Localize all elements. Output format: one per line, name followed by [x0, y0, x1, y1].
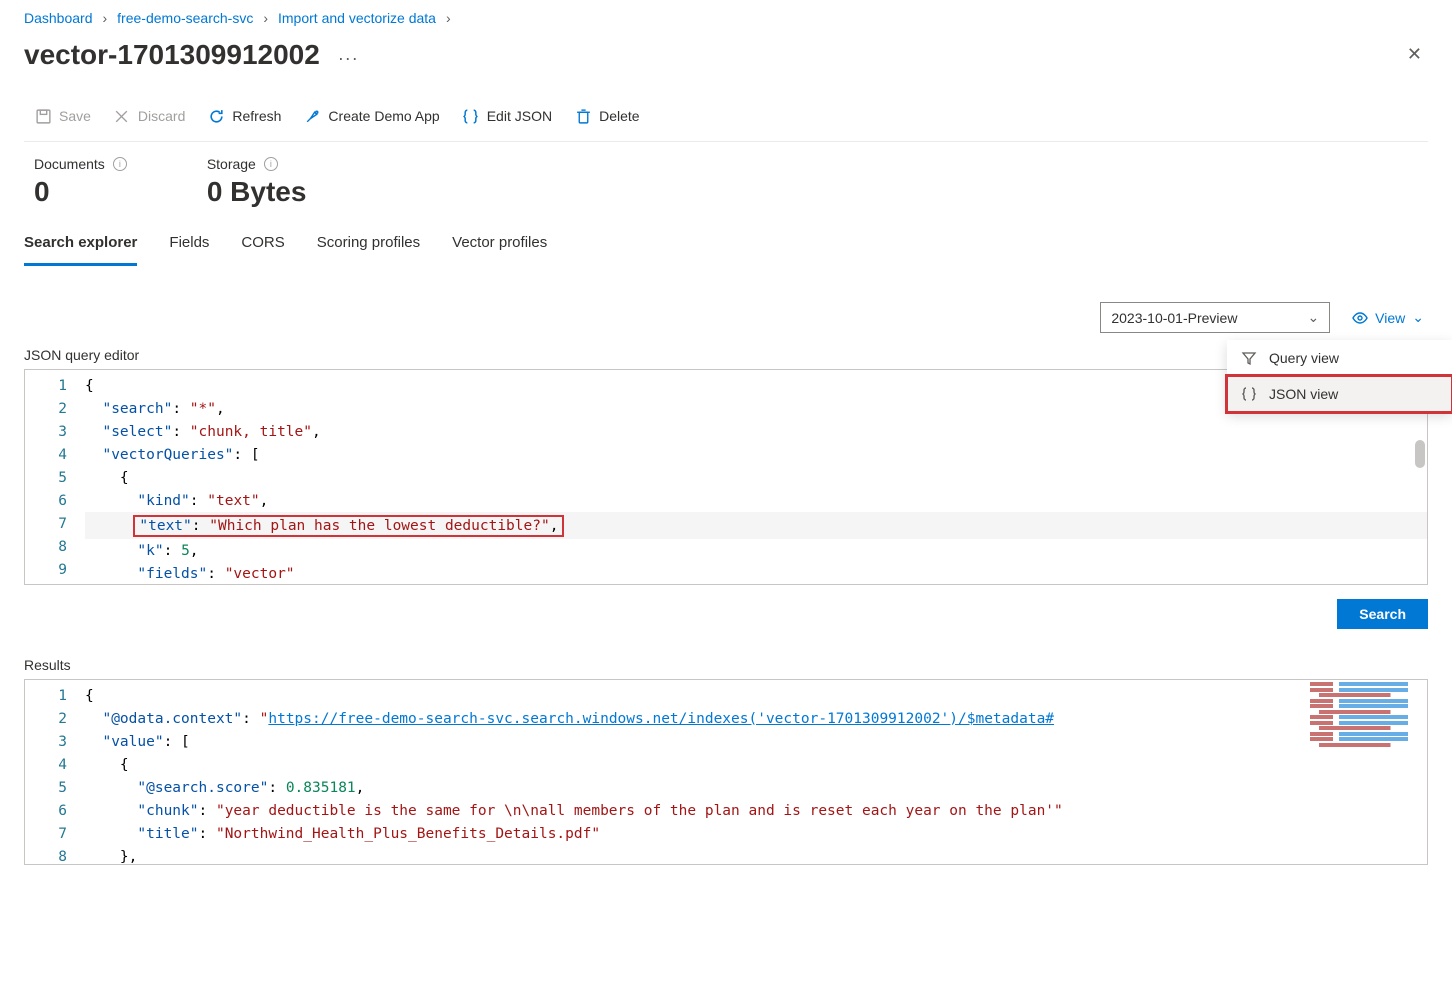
- chevron-down-icon: ⌄: [1307, 309, 1319, 326]
- eye-icon: [1352, 310, 1368, 326]
- discard-button[interactable]: Discard: [111, 101, 187, 131]
- stats-row: Documents i 0 Storage i 0 Bytes: [0, 142, 1452, 226]
- tab-cors[interactable]: CORS: [241, 226, 284, 266]
- documents-label: Documents: [34, 156, 105, 172]
- chevron-right-icon: ›: [103, 10, 108, 26]
- delete-button[interactable]: Delete: [572, 101, 641, 131]
- chevron-down-icon: ⌄: [1412, 309, 1424, 326]
- braces-icon: [1241, 386, 1257, 402]
- breadcrumb-service[interactable]: free-demo-search-svc: [117, 10, 253, 26]
- view-dropdown: Query view JSON view: [1227, 340, 1452, 412]
- view-dropdown-button[interactable]: View ⌄: [1348, 303, 1428, 332]
- json-query-editor[interactable]: 123456789 { "search": "*", "select": "ch…: [24, 369, 1428, 585]
- info-icon[interactable]: i: [264, 157, 278, 171]
- tab-vector[interactable]: Vector profiles: [452, 226, 547, 266]
- tab-search-explorer[interactable]: Search explorer: [24, 226, 137, 266]
- save-icon: [34, 107, 52, 125]
- storage-label: Storage: [207, 156, 256, 172]
- breadcrumb: Dashboard › free-demo-search-svc › Impor…: [0, 0, 1452, 34]
- filter-icon: [1241, 350, 1257, 366]
- line-gutter: 123456789: [25, 370, 85, 584]
- breadcrumb-import[interactable]: Import and vectorize data: [278, 10, 436, 26]
- query-view-option[interactable]: Query view: [1227, 340, 1452, 376]
- results-label: Results: [0, 643, 1452, 679]
- tab-scoring[interactable]: Scoring profiles: [317, 226, 420, 266]
- documents-value: 0: [34, 176, 127, 208]
- delete-icon: [574, 107, 592, 125]
- more-icon[interactable]: ···: [338, 48, 359, 69]
- code-area[interactable]: { "@odata.context": "https://free-demo-s…: [85, 680, 1427, 864]
- chevron-right-icon: ›: [263, 10, 268, 26]
- toolbar: Save Discard Refresh Create Demo App Edi…: [24, 101, 1428, 142]
- chevron-right-icon: ›: [446, 10, 451, 26]
- search-button[interactable]: Search: [1337, 599, 1428, 629]
- page-title: vector-1701309912002: [24, 39, 320, 71]
- scrollbar[interactable]: [1415, 440, 1425, 468]
- refresh-icon: [207, 107, 225, 125]
- braces-icon: [462, 107, 480, 125]
- tab-bar: Search explorer Fields CORS Scoring prof…: [0, 226, 1452, 266]
- demo-app-icon: [303, 107, 321, 125]
- edit-json-button[interactable]: Edit JSON: [460, 101, 554, 131]
- close-icon[interactable]: ✕: [1401, 38, 1428, 71]
- results-editor[interactable]: 12345678 { "@odata.context": "https://fr…: [24, 679, 1428, 865]
- save-button[interactable]: Save: [32, 101, 93, 131]
- line-gutter: 12345678: [25, 680, 85, 864]
- breadcrumb-dashboard[interactable]: Dashboard: [24, 10, 93, 26]
- json-view-option[interactable]: JSON view: [1227, 376, 1452, 412]
- code-area[interactable]: { "search": "*", "select": "chunk, title…: [85, 370, 1427, 584]
- tab-fields[interactable]: Fields: [169, 226, 209, 266]
- api-version-select[interactable]: 2023-10-01-Preview ⌄: [1100, 302, 1330, 333]
- create-demo-button[interactable]: Create Demo App: [301, 101, 441, 131]
- discard-icon: [113, 107, 131, 125]
- storage-value: 0 Bytes: [207, 176, 307, 208]
- info-icon[interactable]: i: [113, 157, 127, 171]
- refresh-button[interactable]: Refresh: [205, 101, 283, 131]
